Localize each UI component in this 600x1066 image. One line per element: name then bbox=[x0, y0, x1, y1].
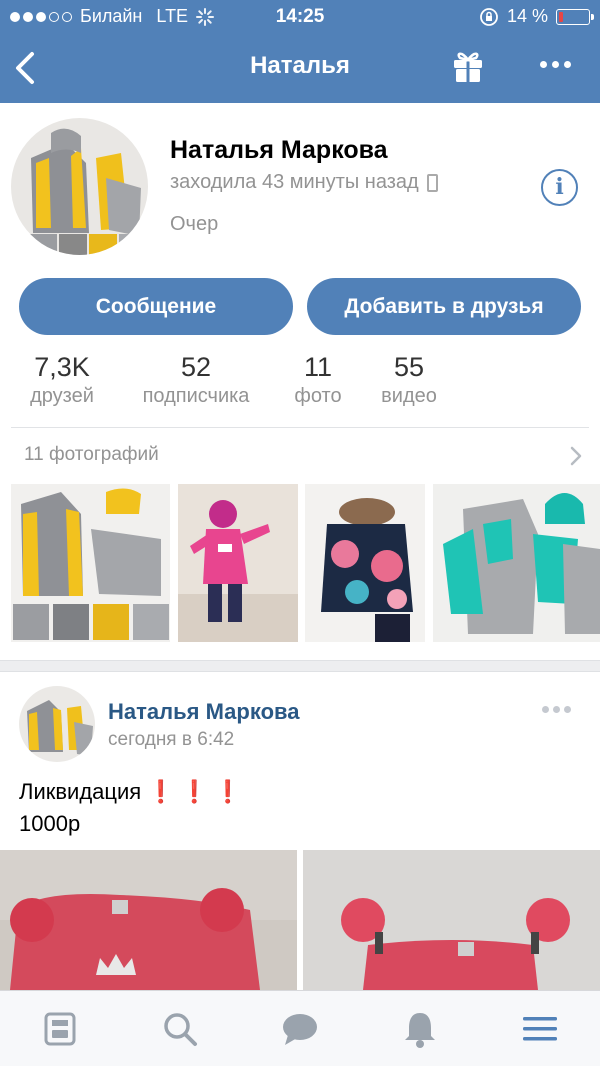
last-seen-text: заходила 43 минуты назад bbox=[170, 171, 419, 193]
counter-value: 52 bbox=[180, 352, 212, 382]
post-text: Ликвидация ❗ ❗ ❗ 1000р bbox=[19, 776, 242, 840]
post-time: сегодня в 6:42 bbox=[108, 729, 235, 750]
more-options-icon[interactable] bbox=[537, 52, 573, 76]
battery-percent: 14 % bbox=[506, 6, 548, 26]
mobile-phone-icon bbox=[426, 173, 438, 192]
post-author-avatar[interactable] bbox=[19, 686, 95, 762]
counter-videos[interactable]: 55 видео bbox=[376, 352, 442, 408]
profile-name: Наталья Маркова bbox=[170, 136, 388, 164]
counter-followers[interactable]: 52 подписчика bbox=[132, 352, 260, 408]
photo-thumbnail[interactable] bbox=[305, 484, 425, 642]
messages-icon[interactable] bbox=[280, 1009, 320, 1049]
profile-city: Очер bbox=[170, 213, 219, 235]
nav-bar: Наталья bbox=[0, 34, 600, 103]
post-photo[interactable] bbox=[0, 850, 297, 990]
add-friend-button[interactable]: Добавить в друзья bbox=[307, 278, 581, 335]
counter-label: друзей bbox=[30, 385, 94, 407]
profile-counters: 7,3K друзей 52 подписчика 11 фото 55 вид… bbox=[0, 352, 600, 412]
profile-avatar[interactable] bbox=[11, 118, 148, 255]
top-bar: Билайн LTE 14:25 14 % Наталья bbox=[0, 0, 600, 103]
post-text-title: Ликвидация bbox=[19, 779, 142, 804]
counter-label: подписчика bbox=[142, 385, 250, 407]
search-icon[interactable] bbox=[160, 1009, 200, 1049]
counter-friends[interactable]: 7,3K друзей bbox=[24, 352, 100, 408]
counter-label: видео bbox=[381, 385, 437, 407]
photo-thumbnail[interactable] bbox=[178, 484, 298, 642]
status-right: 14 % bbox=[479, 6, 594, 27]
divider bbox=[11, 427, 589, 428]
post-text-line: Ликвидация ❗ ❗ ❗ bbox=[19, 776, 242, 808]
chevron-right-icon[interactable] bbox=[570, 446, 582, 466]
counter-label: фото bbox=[294, 385, 342, 407]
battery-icon bbox=[556, 8, 594, 25]
counter-photos[interactable]: 11 фото bbox=[290, 352, 346, 408]
photos-header[interactable]: 11 фотографий bbox=[24, 444, 159, 466]
post-photo[interactable] bbox=[303, 850, 600, 990]
tab-bar bbox=[0, 990, 600, 1066]
profile-screen: Билайн LTE 14:25 14 % Наталья Наталья Ма… bbox=[0, 0, 600, 1066]
post-author-name[interactable]: Наталья Маркова bbox=[108, 699, 299, 725]
message-button[interactable]: Сообщение bbox=[19, 278, 293, 335]
photo-thumbnail[interactable] bbox=[11, 484, 170, 642]
news-icon[interactable] bbox=[40, 1009, 80, 1049]
section-gap bbox=[0, 660, 600, 672]
post-more-icon[interactable] bbox=[542, 706, 571, 713]
nav-title: Наталья bbox=[250, 52, 350, 79]
post-text-price: 1000р bbox=[19, 811, 81, 836]
photo-thumbnail[interactable] bbox=[433, 484, 600, 642]
bell-icon[interactable] bbox=[400, 1009, 440, 1049]
info-icon[interactable]: i bbox=[541, 169, 578, 206]
counter-value: 11 bbox=[303, 352, 333, 382]
gift-icon[interactable] bbox=[452, 49, 484, 83]
counter-value: 55 bbox=[393, 352, 425, 382]
exclamation-emoji: ❗ ❗ ❗ bbox=[147, 779, 242, 804]
counter-value: 7,3K bbox=[34, 352, 90, 382]
rotation-lock-icon bbox=[480, 7, 498, 26]
menu-icon[interactable] bbox=[520, 1009, 560, 1049]
last-seen: заходила 43 минуты назад bbox=[170, 171, 438, 194]
status-bar: Билайн LTE 14:25 14 % bbox=[0, 0, 600, 34]
